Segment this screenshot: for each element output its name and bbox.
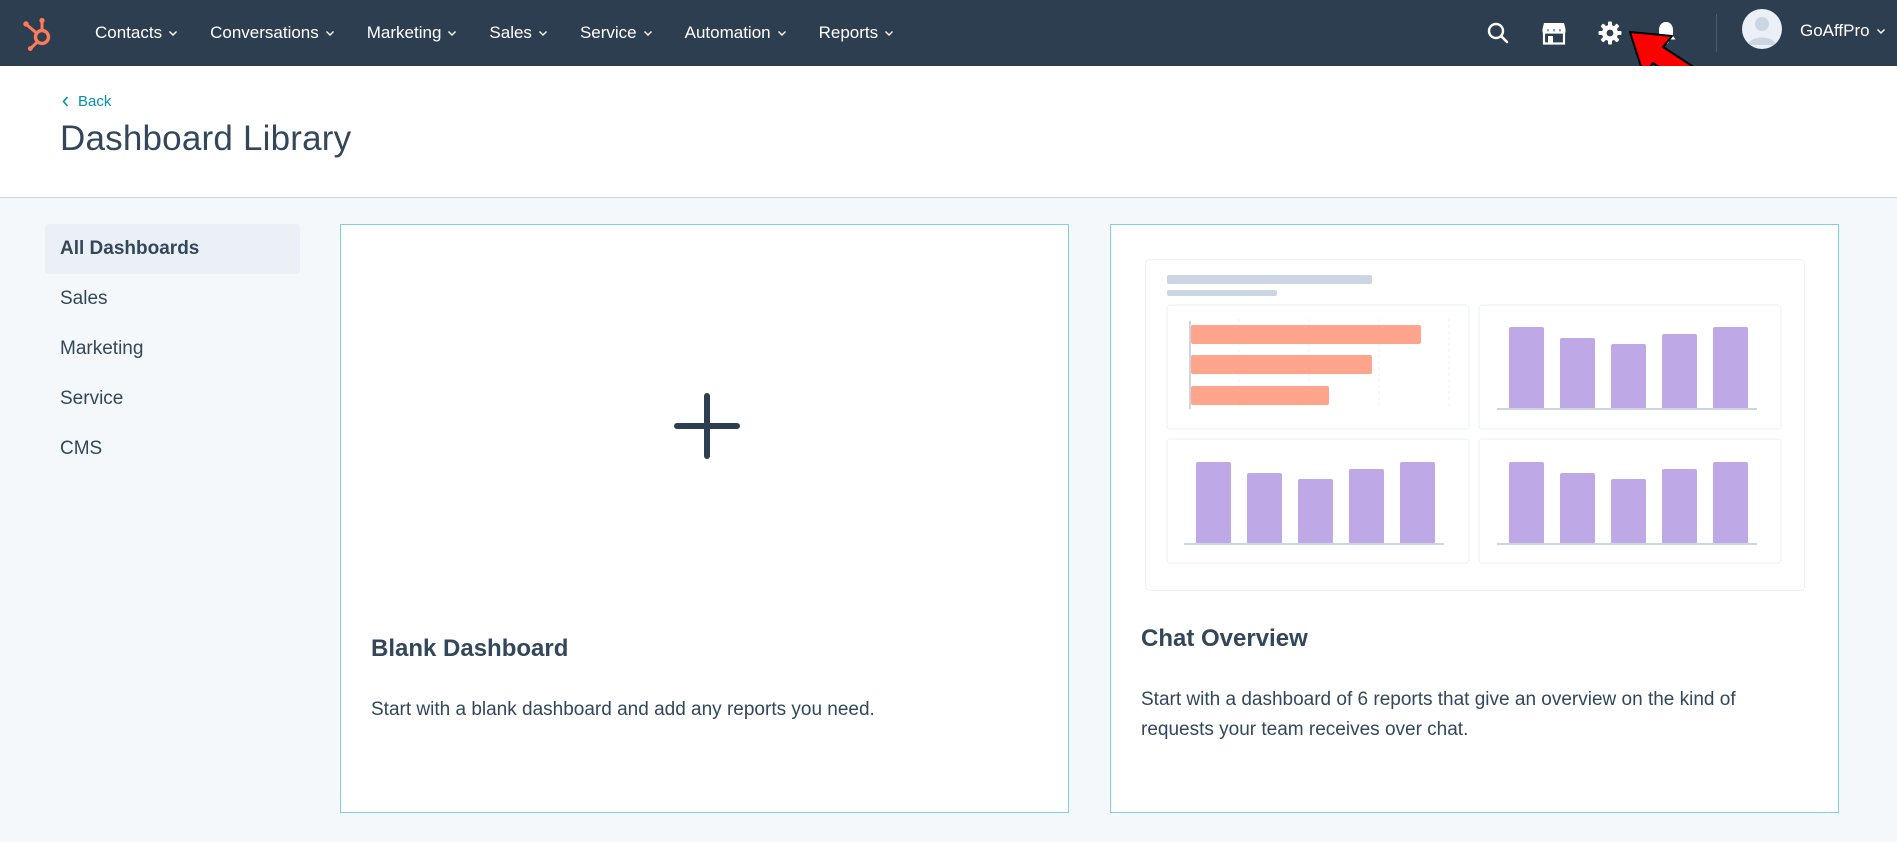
user-avatar[interactable]	[1742, 9, 1782, 49]
marketplace-icon	[1542, 23, 1566, 45]
hubspot-logo-icon[interactable]	[20, 14, 58, 52]
card-description: Start with a dashboard of 6 reports that…	[1141, 689, 1736, 740]
chat-overview-card[interactable]: Chat Overview Start with a dashboard of …	[1110, 224, 1839, 813]
sidebar-item-service[interactable]: Service	[45, 374, 300, 424]
back-label: Back	[78, 93, 112, 110]
nav-item-sales[interactable]: Sales	[489, 23, 548, 43]
chevron-down-icon	[777, 31, 786, 36]
sidebar-item-sales[interactable]: Sales	[45, 274, 300, 324]
dashboard-preview-illustration	[1145, 259, 1805, 591]
sidebar-item-all-dashboards[interactable]: All Dashboards	[45, 224, 300, 274]
blank-dashboard-card[interactable]: Blank Dashboard Start with a blank dashb…	[340, 224, 1069, 813]
category-sidebar: All Dashboards Sales Marketing Service C…	[45, 224, 300, 474]
settings-button[interactable]	[1592, 15, 1628, 51]
top-navigation-bar: Contacts Conversations Marketing Sales S…	[0, 0, 1897, 66]
nav-item-conversations[interactable]: Conversations	[210, 23, 335, 43]
card-description: Start with a blank dashboard and add any…	[371, 699, 875, 720]
page-header: Back Dashboard Library	[0, 66, 1897, 198]
nav-item-marketing[interactable]: Marketing	[367, 23, 458, 43]
search-button[interactable]	[1480, 15, 1516, 51]
page-title: Dashboard Library	[60, 119, 352, 158]
nav-item-label: Marketing	[366, 23, 442, 42]
card-title: Blank Dashboard	[371, 635, 569, 662]
nav-item-service[interactable]: Service	[580, 23, 653, 43]
account-menu[interactable]: GoAffPro	[1800, 21, 1886, 41]
chevron-down-icon	[1876, 29, 1885, 34]
nav-item-automation[interactable]: Automation	[685, 23, 787, 43]
back-link[interactable]: Back	[62, 93, 111, 110]
chevron-down-icon	[885, 31, 894, 36]
nav-item-label: Reports	[818, 23, 879, 42]
chevron-down-icon	[169, 31, 178, 36]
sidebar-item-cms[interactable]: CMS	[45, 424, 300, 474]
chevron-left-icon	[62, 96, 69, 107]
search-icon	[1487, 22, 1509, 44]
nav-item-label: Conversations	[210, 23, 319, 42]
nav-item-label: Automation	[684, 23, 771, 42]
nav-item-label: Sales	[489, 23, 532, 42]
chevron-down-icon	[448, 31, 457, 36]
sidebar-item-marketing[interactable]: Marketing	[45, 324, 300, 374]
marketplace-button[interactable]	[1536, 15, 1572, 51]
default-avatar-icon	[1748, 17, 1776, 45]
chevron-down-icon	[538, 31, 547, 36]
chevron-down-icon	[325, 31, 334, 36]
nav-item-contacts[interactable]: Contacts	[95, 23, 178, 43]
settings-gear-icon	[1598, 21, 1622, 45]
nav-item-reports[interactable]: Reports	[819, 23, 895, 43]
chevron-down-icon	[643, 31, 652, 36]
card-title: Chat Overview	[1141, 625, 1308, 652]
nav-item-label: Service	[579, 23, 637, 42]
nav-item-label: Contacts	[95, 23, 163, 42]
main-menu: Contacts Conversations Marketing Sales S…	[95, 0, 926, 66]
plus-icon	[674, 393, 740, 459]
account-name: GoAffPro	[1800, 21, 1870, 40]
